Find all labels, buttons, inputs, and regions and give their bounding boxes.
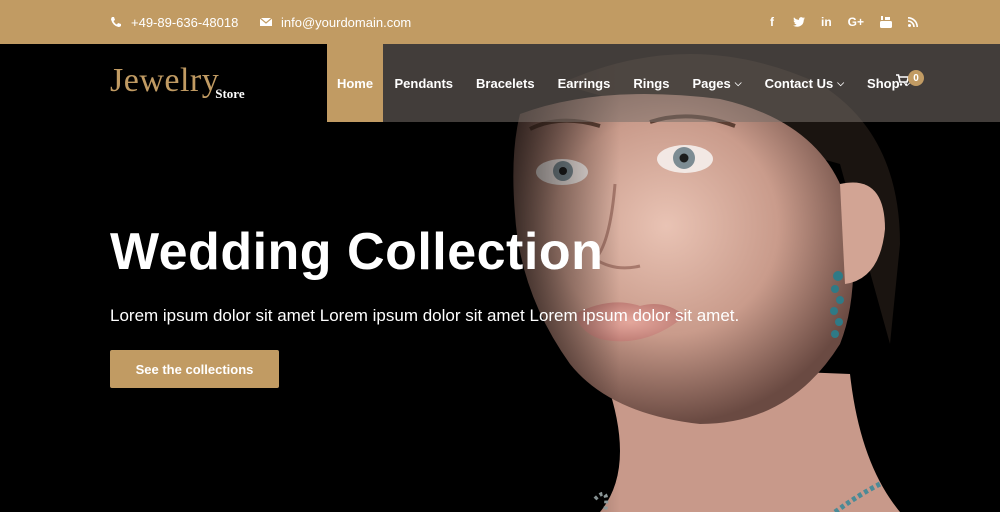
chevron-down-icon: ⌵ [734,77,742,88]
nav-label: Pages [692,75,731,91]
nav-item-pendants[interactable]: Pendants [383,44,465,122]
nav-label: Earrings [557,75,611,91]
chevron-down-icon: ⌵ [837,77,845,88]
nav-item-home[interactable]: Home [327,44,383,122]
cart-button[interactable]: 0 [896,70,924,89]
top-bar: +49-89-636-48018 info@yourdomain.com f i… [0,0,1000,44]
nav-item-earrings[interactable]: Earrings [546,44,622,122]
phone-icon [110,16,122,28]
phone-contact[interactable]: +49-89-636-48018 [110,0,238,44]
site-logo[interactable]: Jewelry Store [110,62,245,102]
linkedin-icon[interactable]: in [821,15,832,29]
nav-item-rings[interactable]: Rings [622,44,681,122]
google-plus-icon[interactable]: G+ [848,15,864,29]
nav-item-contact[interactable]: Contact Us ⌵ [753,44,855,122]
youtube-icon[interactable] [880,16,892,28]
nav-label: Rings [633,75,670,91]
envelope-icon [260,16,272,28]
nav-label: Home [336,75,374,91]
social-links: f in G+ [767,0,918,44]
main-navigation: Home Pendants Bracelets Earrings Rings P… [327,44,922,122]
see-collections-button[interactable]: See the collections [110,350,279,388]
nav-label: Pendants [394,75,454,91]
nav-label: Shop [867,75,900,91]
cart-count-badge: 0 [908,70,924,86]
hero-subtitle: Lorem ipsum dolor sit amet Lorem ipsum d… [110,306,740,325]
nav-label: Contact Us [764,75,834,91]
nav-item-pages[interactable]: Pages ⌵ [681,44,753,122]
nav-label: Bracelets [476,75,535,91]
rss-icon[interactable] [908,17,918,27]
nav-item-bracelets[interactable]: Bracelets [465,44,547,122]
hero-title: Wedding Collection [110,223,604,281]
logo-sub-text: Store [215,86,245,101]
facebook-icon[interactable]: f [767,15,777,29]
email-contact[interactable]: info@yourdomain.com [260,0,411,44]
twitter-icon[interactable] [792,17,805,27]
email-address: info@yourdomain.com [281,14,412,30]
phone-number: +49-89-636-48018 [131,14,239,30]
logo-main-text: Jewelry [110,62,220,99]
